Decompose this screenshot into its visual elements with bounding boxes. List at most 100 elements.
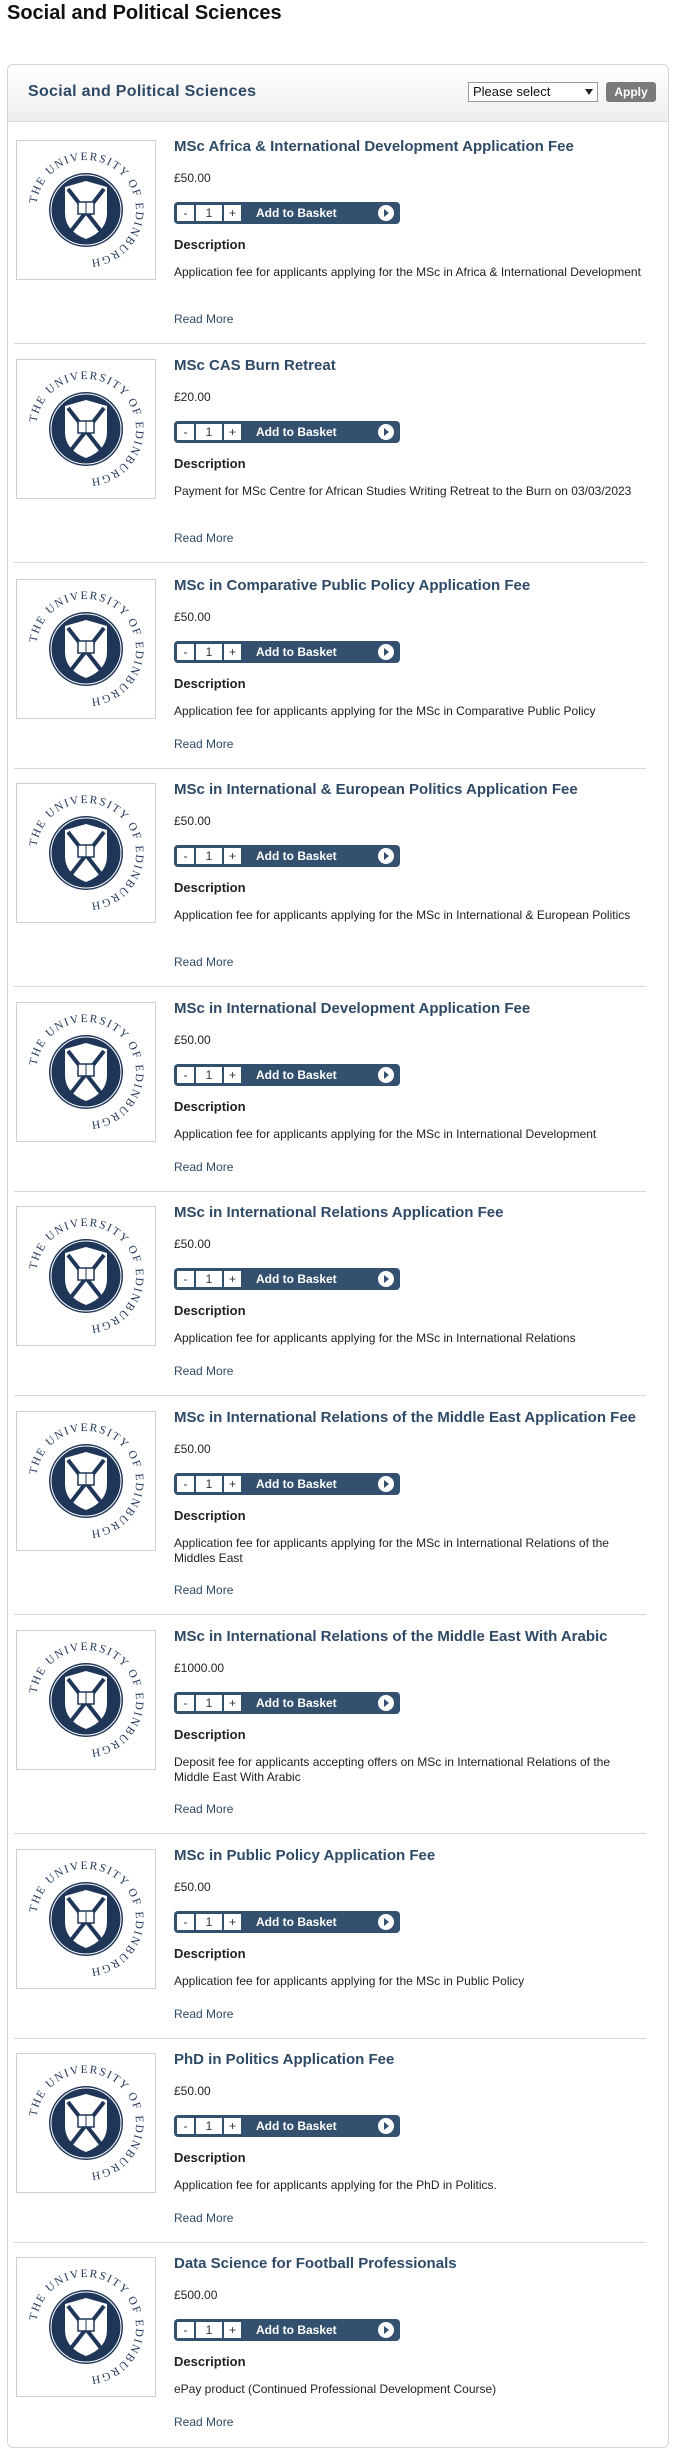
quantity-increase-button[interactable]: + <box>224 2118 241 2134</box>
product-title[interactable]: MSc CAS Burn Retreat <box>174 357 336 374</box>
product-title[interactable]: MSc in Public Policy Application Fee <box>174 1847 435 1864</box>
quantity-decrease-button[interactable]: - <box>177 1914 194 1930</box>
quantity-decrease-button[interactable]: - <box>177 1271 194 1287</box>
quantity-input[interactable]: 1 <box>196 848 222 864</box>
product-thumbnail[interactable]: THE UNIVERSITY OF EDINBURGH <box>16 2257 156 2397</box>
read-more-link[interactable]: Read More <box>174 737 233 751</box>
read-more-link[interactable]: Read More <box>174 1802 233 1816</box>
add-to-basket-button[interactable]: Add to Basket <box>256 1476 337 1492</box>
quantity-decrease-button[interactable]: - <box>177 1476 194 1492</box>
quantity-decrease-button[interactable]: - <box>177 2322 194 2338</box>
arrow-right-icon[interactable] <box>378 1695 394 1711</box>
product-thumbnail[interactable]: THE UNIVERSITY OF EDINBURGH <box>16 359 156 499</box>
category-select-value: Please select <box>473 84 551 99</box>
read-more-link[interactable]: Read More <box>174 2007 233 2021</box>
product-thumbnail[interactable]: THE UNIVERSITY OF EDINBURGH <box>16 783 156 923</box>
add-to-basket-button[interactable]: Add to Basket <box>256 644 337 660</box>
product-title[interactable]: MSc in International Relations of the Mi… <box>174 1628 608 1645</box>
add-to-basket-button[interactable]: Add to Basket <box>256 1695 337 1711</box>
read-more-link[interactable]: Read More <box>174 955 233 969</box>
description-label: Description <box>174 2150 246 2165</box>
quantity-increase-button[interactable]: + <box>224 644 241 660</box>
quantity-decrease-button[interactable]: - <box>177 2118 194 2134</box>
product-thumbnail[interactable]: THE UNIVERSITY OF EDINBURGH <box>16 140 156 280</box>
quantity-decrease-button[interactable]: - <box>177 644 194 660</box>
arrow-right-icon[interactable] <box>378 205 394 221</box>
arrow-right-icon[interactable] <box>378 2118 394 2134</box>
product-price: £50.00 <box>174 1880 211 1894</box>
quantity-increase-button[interactable]: + <box>224 848 241 864</box>
arrow-right-icon[interactable] <box>378 644 394 660</box>
arrow-right-icon[interactable] <box>378 848 394 864</box>
product-thumbnail[interactable]: THE UNIVERSITY OF EDINBURGH <box>16 579 156 719</box>
apply-button[interactable]: Apply <box>606 82 656 102</box>
category-select[interactable]: Please select <box>468 82 598 102</box>
product-title[interactable]: MSc in International & European Politics… <box>174 781 578 798</box>
read-more-link[interactable]: Read More <box>174 1160 233 1174</box>
quantity-increase-button[interactable]: + <box>224 1695 241 1711</box>
quantity-decrease-button[interactable]: - <box>177 424 194 440</box>
read-more-link[interactable]: Read More <box>174 2415 233 2429</box>
product-title[interactable]: MSc Africa & International Development A… <box>174 138 574 155</box>
arrow-right-icon[interactable] <box>378 1476 394 1492</box>
read-more-link[interactable]: Read More <box>174 2211 233 2225</box>
quantity-input[interactable]: 1 <box>196 1271 222 1287</box>
add-to-basket-button[interactable]: Add to Basket <box>256 424 337 440</box>
quantity-increase-button[interactable]: + <box>224 2322 241 2338</box>
quantity-increase-button[interactable]: + <box>224 424 241 440</box>
arrow-right-icon[interactable] <box>378 2322 394 2338</box>
add-to-basket-button[interactable]: Add to Basket <box>256 2322 337 2338</box>
product-thumbnail[interactable]: THE UNIVERSITY OF EDINBURGH <box>16 1630 156 1770</box>
arrow-right-icon[interactable] <box>378 424 394 440</box>
description-label: Description <box>174 237 246 252</box>
add-to-basket-button[interactable]: Add to Basket <box>256 1271 337 1287</box>
product-title[interactable]: MSc in International Relations Applicati… <box>174 1204 504 1221</box>
quantity-input[interactable]: 1 <box>196 1914 222 1930</box>
quantity-decrease-button[interactable]: - <box>177 1695 194 1711</box>
quantity-increase-button[interactable]: + <box>224 1476 241 1492</box>
quantity-input[interactable]: 1 <box>196 2118 222 2134</box>
arrow-right-icon[interactable] <box>378 1067 394 1083</box>
product-thumbnail[interactable]: THE UNIVERSITY OF EDINBURGH <box>16 1206 156 1346</box>
add-to-basket-button[interactable]: Add to Basket <box>256 1914 337 1930</box>
university-crest-logo: THE UNIVERSITY OF EDINBURGH <box>25 1215 147 1337</box>
product-title[interactable]: MSc in Comparative Public Policy Applica… <box>174 577 530 594</box>
arrow-right-icon[interactable] <box>378 1914 394 1930</box>
add-to-basket-button[interactable]: Add to Basket <box>256 1067 337 1083</box>
add-to-basket-button[interactable]: Add to Basket <box>256 2118 337 2134</box>
add-to-basket-button[interactable]: Add to Basket <box>256 848 337 864</box>
quantity-input[interactable]: 1 <box>196 1476 222 1492</box>
description-label: Description <box>174 2354 246 2369</box>
quantity-decrease-button[interactable]: - <box>177 1067 194 1083</box>
product-thumbnail[interactable]: THE UNIVERSITY OF EDINBURGH <box>16 1002 156 1142</box>
read-more-link[interactable]: Read More <box>174 312 233 326</box>
read-more-link[interactable]: Read More <box>174 531 233 545</box>
product-title[interactable]: MSc in International Relations of the Mi… <box>174 1409 636 1426</box>
university-crest-logo: THE UNIVERSITY OF EDINBURGH <box>25 588 147 710</box>
product-thumbnail[interactable]: THE UNIVERSITY OF EDINBURGH <box>16 1411 156 1551</box>
read-more-link[interactable]: Read More <box>174 1364 233 1378</box>
quantity-decrease-button[interactable]: - <box>177 205 194 221</box>
product-title[interactable]: Data Science for Football Professionals <box>174 2255 457 2272</box>
product-thumbnail[interactable]: THE UNIVERSITY OF EDINBURGH <box>16 1849 156 1989</box>
quantity-decrease-button[interactable]: - <box>177 848 194 864</box>
quantity-input[interactable]: 1 <box>196 205 222 221</box>
quantity-input[interactable]: 1 <box>196 424 222 440</box>
product-row: THE UNIVERSITY OF EDINBURGH MSc in Inter… <box>14 1000 646 1192</box>
quantity-increase-button[interactable]: + <box>224 1067 241 1083</box>
quantity-input[interactable]: 1 <box>196 1695 222 1711</box>
quantity-increase-button[interactable]: + <box>224 1271 241 1287</box>
quantity-input[interactable]: 1 <box>196 2322 222 2338</box>
product-title[interactable]: MSc in International Development Applica… <box>174 1000 530 1017</box>
quantity-input[interactable]: 1 <box>196 1067 222 1083</box>
product-price: £1000.00 <box>174 1661 225 1675</box>
quantity-input[interactable]: 1 <box>196 644 222 660</box>
add-to-basket-control: - 1 + Add to Basket <box>174 2115 400 2137</box>
product-title[interactable]: PhD in Politics Application Fee <box>174 2051 394 2068</box>
arrow-right-icon[interactable] <box>378 1271 394 1287</box>
product-thumbnail[interactable]: THE UNIVERSITY OF EDINBURGH <box>16 2053 156 2193</box>
quantity-increase-button[interactable]: + <box>224 1914 241 1930</box>
add-to-basket-button[interactable]: Add to Basket <box>256 205 337 221</box>
read-more-link[interactable]: Read More <box>174 1583 233 1597</box>
quantity-increase-button[interactable]: + <box>224 205 241 221</box>
